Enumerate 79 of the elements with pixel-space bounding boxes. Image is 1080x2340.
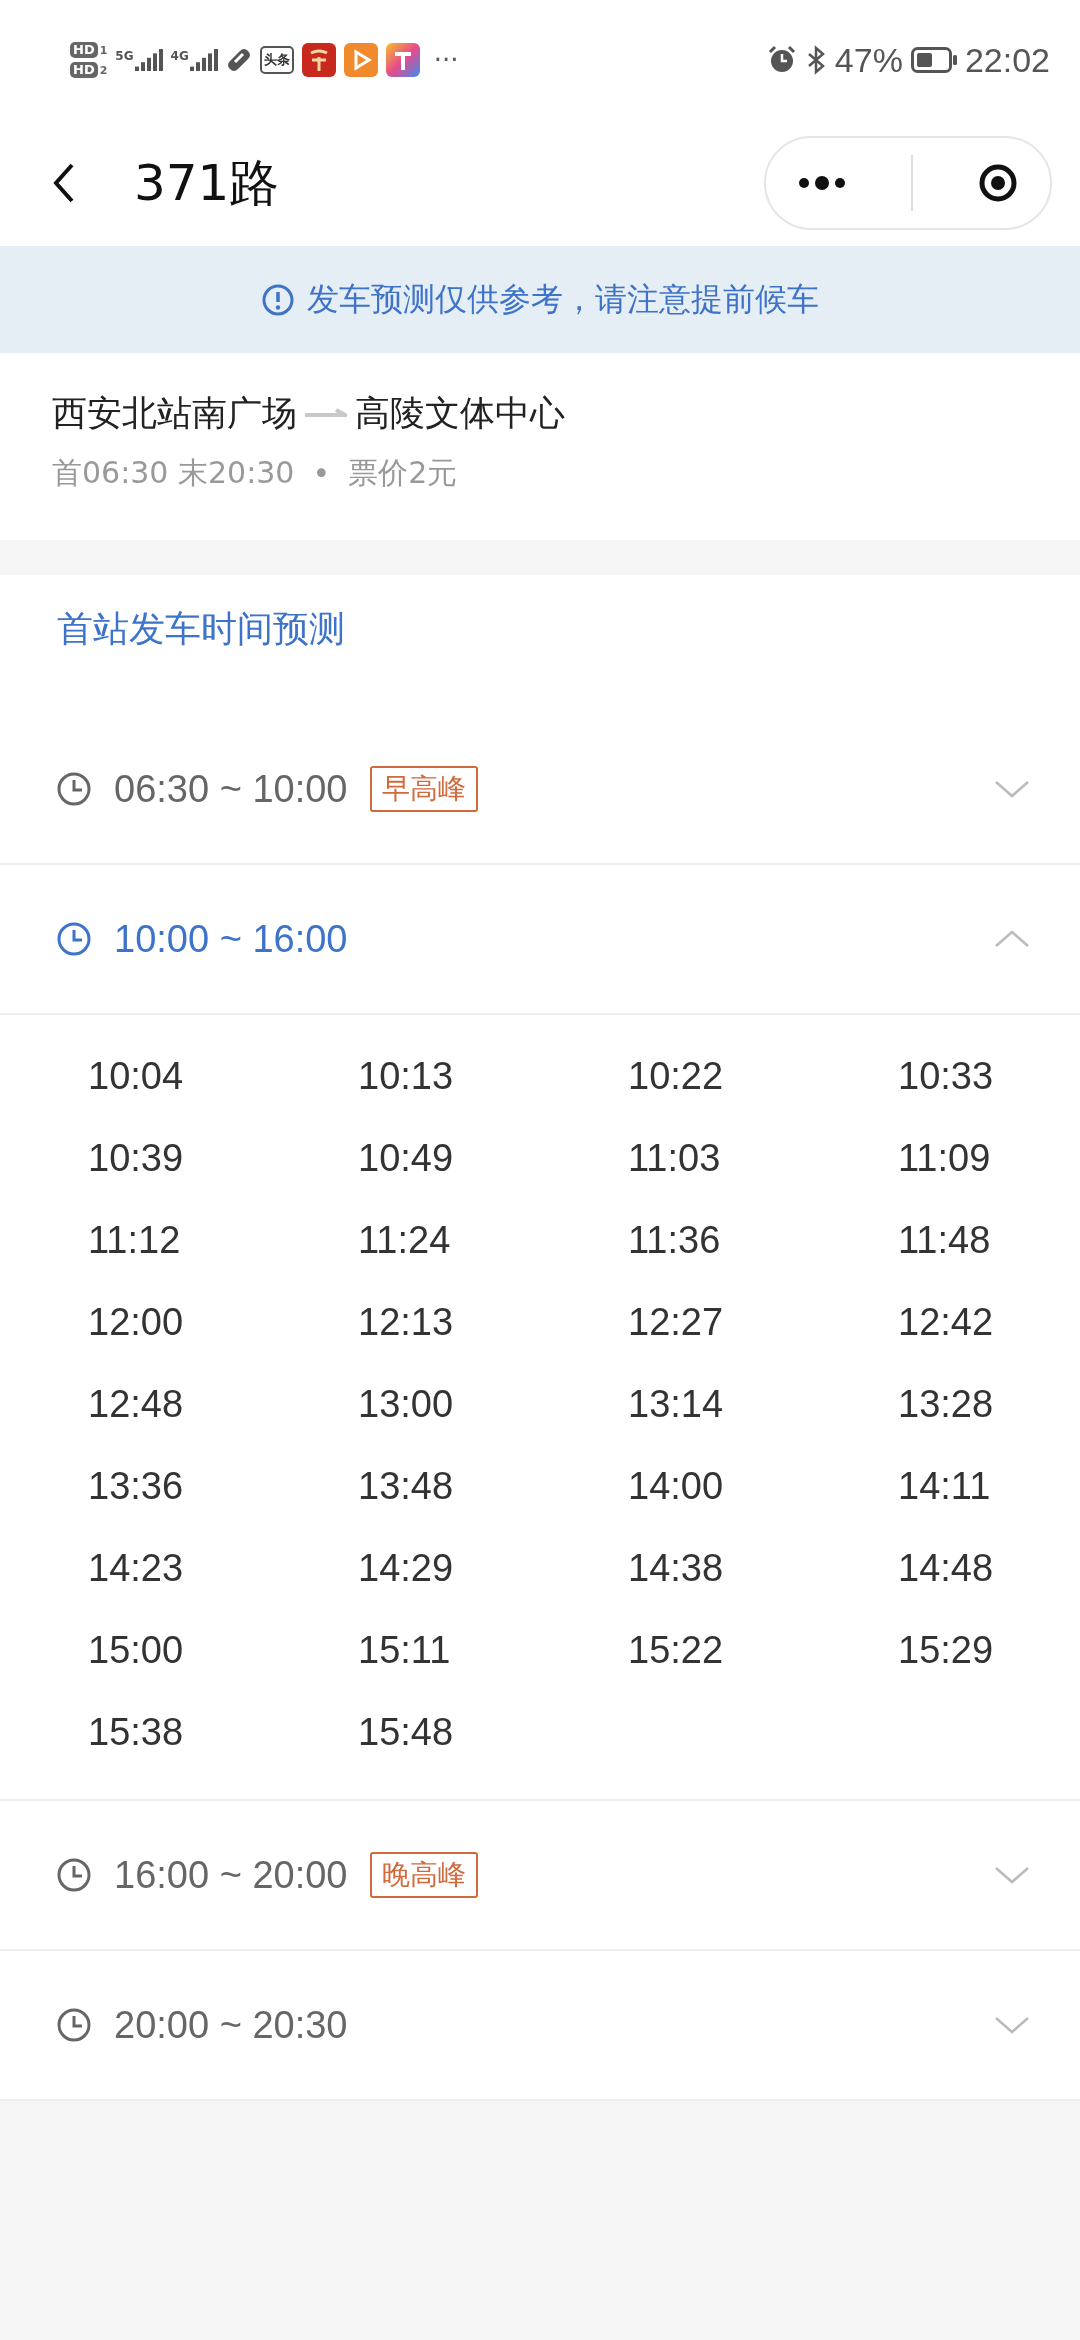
hd-label: HD [70,62,98,78]
collapse-chevron-icon[interactable] [994,928,1030,950]
clock-time: 22:02 [964,40,1050,80]
info-icon [261,282,295,317]
network-label: 5G [115,49,134,63]
departure-time: 12:27 [628,1300,725,1345]
peak-tag: 早高峰 [369,766,478,812]
departure-time: 14:23 [88,1546,185,1591]
expand-chevron-icon[interactable] [994,778,1030,800]
more-icon[interactable] [798,175,847,191]
close-icon[interactable] [977,163,1018,203]
clock-icon [56,1857,92,1893]
departure-time: 10:22 [628,1054,725,1099]
battery-icon [910,47,957,73]
page-title: 371路 [134,152,281,214]
departure-time: 14:29 [358,1546,455,1591]
departure-time: 10:04 [88,1054,185,1099]
sim-number: 2 [99,63,108,77]
departure-time: 12:13 [358,1300,455,1345]
more-notifications: ··· [433,45,459,75]
alarm-icon [766,45,797,75]
departure-time: 15:11 [358,1628,452,1673]
origin-stop: 西安北站南广场 [52,391,297,435]
departure-time: 14:38 [628,1546,725,1591]
destination-stop: 高陵文体中心 [355,391,565,435]
expand-chevron-icon[interactable] [994,2014,1030,2036]
departure-time: 12:00 [88,1300,185,1345]
departure-time: 11:12 [88,1218,182,1263]
service-hours: 首06:30 末20:30 [52,454,295,492]
play-app-icon [343,43,378,77]
departure-time: 13:48 [358,1464,455,1509]
separator-dot: • [312,456,331,491]
period-row[interactable]: 10:00 ~ 16:00 [0,865,1080,1015]
fare-text: 票价2元 [348,454,458,492]
time-range: 16:00 ~ 20:00 [114,1853,348,1897]
time-range: 20:00 ~ 20:30 [114,2003,348,2047]
departure-time: 11:48 [898,1218,992,1263]
departure-time: 14:48 [898,1546,995,1591]
departure-time: 11:03 [628,1136,722,1181]
departure-time: 13:36 [88,1464,185,1509]
study-app-icon [301,43,336,77]
departure-time: 15:29 [898,1628,995,1673]
peak-tag: 晚高峰 [369,1852,478,1898]
departure-time: 10:39 [88,1136,185,1181]
departure-time: 11:09 [898,1136,992,1181]
departure-time: 15:38 [88,1710,185,1755]
departure-time: 11:24 [358,1218,452,1263]
time-range: 06:30 ~ 10:00 [114,767,348,811]
departure-time: 10:13 [358,1054,455,1099]
battery-percent: 47% [834,40,903,80]
departure-time: 13:28 [898,1382,995,1427]
departure-time: 15:22 [628,1628,725,1673]
expand-chevron-icon[interactable] [994,1864,1030,1886]
departure-time: 12:42 [898,1300,995,1345]
signal-icon [189,49,218,71]
signal-icon [134,49,163,71]
section-title: 首站发车时间预测 [56,607,346,651]
clock-icon [56,771,92,807]
departure-time: 14:00 [628,1464,725,1509]
departure-time: 10:33 [898,1054,995,1099]
departure-time: 14:11 [898,1464,992,1509]
departure-time: 13:14 [628,1382,725,1427]
clock-icon [56,2007,92,2043]
departure-time: 15:00 [88,1628,185,1673]
departure-time: 10:49 [358,1136,455,1181]
sim-number: 1 [99,43,108,57]
departure-time: 12:48 [88,1382,185,1427]
news-app-icon: 头条 [259,46,294,74]
period-row[interactable]: 16:00 ~ 20:00 晚高峰 [0,1801,1080,1951]
notice-text: 发车预测仅供参考，请注意提前候车 [307,278,819,320]
period-row[interactable]: 20:00 ~ 20:30 [0,1951,1080,2101]
clock-icon [56,921,92,957]
departure-time: 11:36 [628,1218,722,1263]
network-label: 4G [170,49,189,63]
hd-label: HD [70,42,98,58]
departure-time: 13:00 [358,1382,455,1427]
departure-time: 15:48 [358,1710,455,1755]
period-row[interactable]: 06:30 ~ 10:00 早高峰 [0,715,1080,865]
time-range: 10:00 ~ 16:00 [114,917,348,961]
